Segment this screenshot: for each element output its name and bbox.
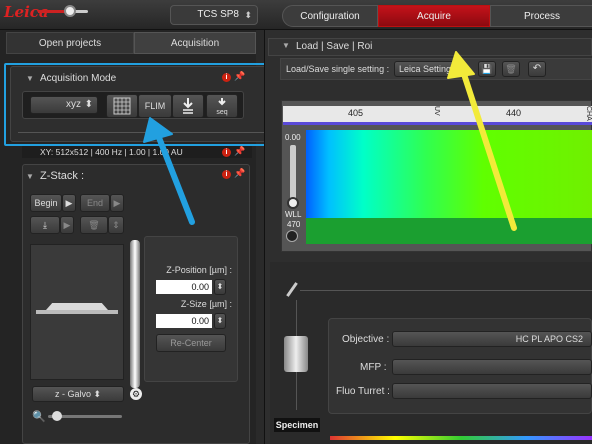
brightness-slider-handle[interactable] (64, 5, 76, 17)
z-position-input[interactable]: 0.00 (156, 280, 212, 294)
save-button[interactable]: 💾 (478, 61, 496, 77)
objective-select[interactable]: HC PL APO CS2 (392, 331, 592, 347)
galvo-select[interactable]: z - Galvo ⬍ (32, 386, 124, 402)
z-move-button[interactable]: ▶ (60, 216, 74, 234)
z-position-stepper[interactable]: ⬍ (214, 279, 226, 295)
zoom-slider-handle[interactable] (52, 411, 62, 421)
z-size-label: Z-Size [µm] : (180, 299, 232, 309)
system-select[interactable]: TCS SP8 ⬍ (170, 5, 258, 25)
objective-lens-icon (284, 336, 308, 372)
info-icon[interactable]: i (222, 170, 231, 179)
z-delete-button[interactable]: 🗑 (80, 216, 108, 234)
scan-info-text: XY: 512x512 | 400 Hz | 1.00 | 1.00 AU (40, 147, 183, 157)
undo-button[interactable]: ↶ (528, 61, 546, 77)
z-updown-button[interactable]: ⇕ (108, 216, 124, 234)
collapse-arrow-icon[interactable]: ▼ (282, 41, 290, 50)
load-save-title: Load | Save | Roi (296, 41, 373, 52)
cha-label: CHA (585, 106, 592, 121)
tab-configuration[interactable]: Configuration (282, 5, 378, 27)
blue-highlight-box (4, 63, 272, 146)
galvo-settings-icon[interactable]: ⚙ (130, 388, 142, 400)
z-focus-plane (36, 310, 118, 314)
recenter-button[interactable]: Re-Center (156, 334, 226, 352)
z-slider-track[interactable] (130, 240, 140, 388)
wll-label: WLL (285, 210, 302, 219)
z-size-stepper[interactable]: ⬍ (214, 313, 226, 329)
system-select-value: TCS SP8 (197, 9, 239, 20)
leica-logo: Leica (4, 3, 49, 21)
z-position-label: Z-Position [µm] : (166, 265, 232, 275)
begin-button[interactable]: Begin (30, 194, 62, 212)
end-arrow-button[interactable]: ▶ (110, 194, 124, 212)
info-icon[interactable]: i (222, 148, 231, 157)
collapse-arrow-icon[interactable]: ▼ (26, 172, 34, 181)
fluo-turret-label: Fluo Turret : (336, 386, 390, 397)
scale-label-440: 440 (506, 108, 522, 118)
fluo-turret-select[interactable] (392, 383, 592, 399)
tab-open-projects[interactable]: Open projects (6, 32, 134, 54)
scale-label-405: 405 (348, 108, 364, 118)
z-download-button[interactable]: ⤓ (30, 216, 60, 234)
spectrum-lower-band (306, 218, 592, 244)
z-size-input[interactable]: 0.00 (156, 314, 212, 328)
z-sample-shape (46, 303, 108, 310)
wll-value: 470 (287, 220, 301, 229)
tab-process[interactable]: Process (490, 5, 592, 27)
tab-acquisition[interactable]: Acquisition (134, 32, 256, 54)
objective-label: Objective : (342, 334, 390, 345)
zoom-icon[interactable]: 🔍 (32, 410, 46, 423)
pin-icon[interactable]: 📌 (234, 168, 245, 179)
zstack-title: Z-Stack : (40, 170, 85, 182)
top-bar: Leica TCS SP8 ⬍ Configuration Acquire Pr… (0, 0, 592, 30)
laser-slider-handle[interactable] (287, 197, 299, 209)
uv-label: UV (433, 106, 440, 116)
updown-icon: ⬍ (244, 10, 252, 20)
wll-toggle[interactable] (286, 230, 298, 242)
mfp-select[interactable] (392, 359, 592, 375)
settings-select[interactable]: Leica Settings (394, 61, 456, 77)
tab-acquire[interactable]: Acquire (378, 5, 490, 27)
spectrum-gradient (306, 130, 592, 218)
pin-icon[interactable]: 📌 (234, 146, 245, 157)
delete-button[interactable]: 🗑 (502, 61, 520, 77)
specimen-label: Specimen (274, 418, 320, 432)
z-position-box (144, 236, 238, 382)
bottom-color-strip (330, 436, 592, 440)
beam-line-horizontal (300, 290, 592, 291)
brightness-slider-fill (38, 10, 66, 13)
begin-arrow-button[interactable]: ▶ (62, 194, 76, 212)
mfp-label: MFP : (360, 362, 387, 373)
laser-level-top: 0.00 (285, 133, 301, 142)
scale-line (283, 122, 592, 125)
end-button[interactable]: End (80, 194, 110, 212)
galvo-select-value: z - Galvo (54, 389, 91, 399)
load-save-label: Load/Save single setting : (286, 64, 390, 74)
